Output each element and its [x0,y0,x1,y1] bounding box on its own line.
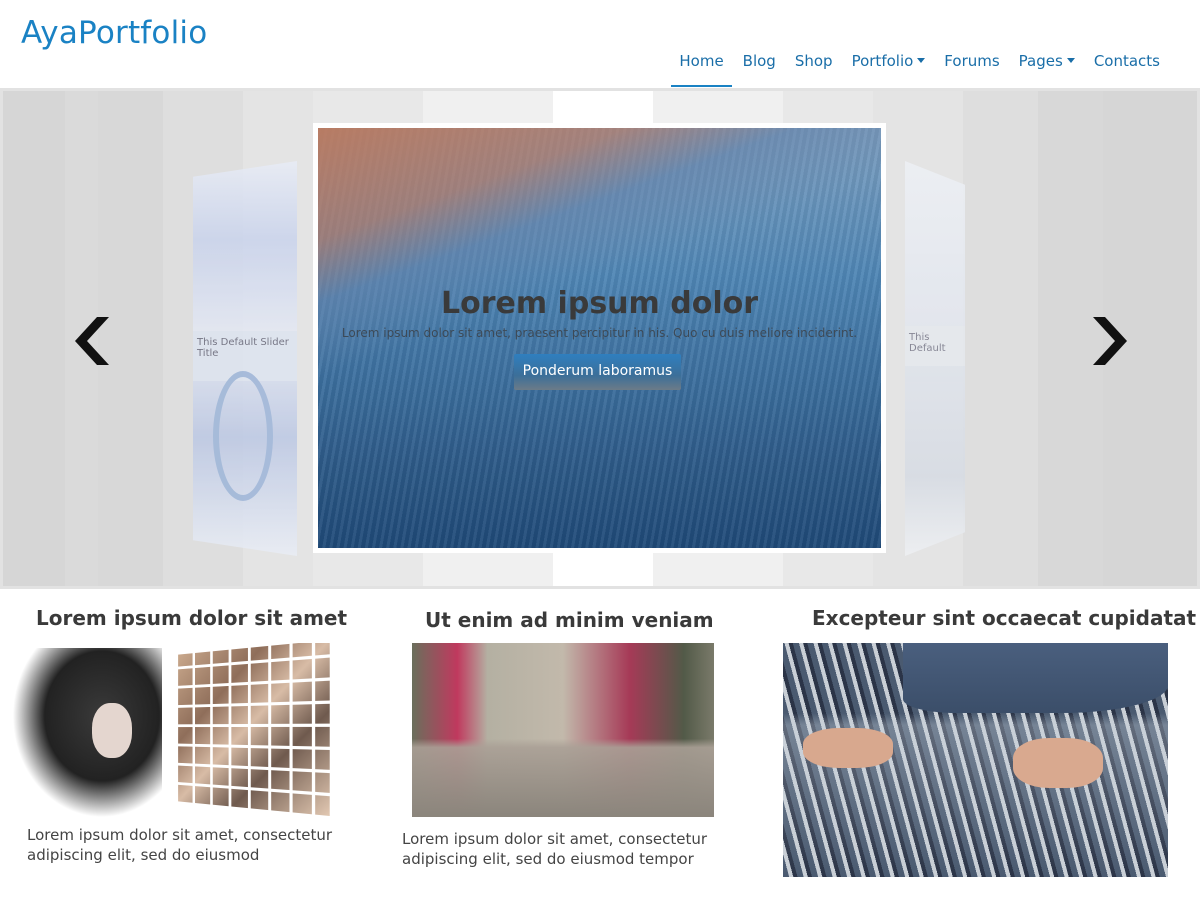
record-store-photo [412,643,714,817]
next-card-caption: This Default [905,326,965,366]
slide-title: Lorem ipsum dolor [440,286,759,321]
feature-text: Lorem ipsum dolor sit amet, consectetur … [27,826,333,864]
feature-title: Lorem ipsum dolor sit amet [36,606,348,630]
slide-cta-button[interactable]: Ponderum laboramus [514,354,681,390]
woman-silhouette [12,648,162,817]
site-header: AyaPortfolio Home Blog Shop Portfolio Fo… [0,0,1200,88]
feature-title: Ut enim ad minim veniam [425,608,714,632]
active-slide: Lorem ipsum dolor Lorem ipsum dolor sit … [313,123,886,553]
caret-down-icon [917,58,926,63]
nav-shop[interactable]: Shop [787,51,841,87]
woman-face [92,703,132,758]
feature-text: Lorem ipsum dolor sit amet, consectetur … [402,830,708,868]
feature-image-faces [12,643,337,817]
nav-blog[interactable]: Blog [735,51,784,87]
nav-portfolio-label: Portfolio [851,52,914,70]
chevron-right-icon[interactable] [1083,311,1133,371]
faces-grid [178,643,330,817]
hand-left-shape [803,728,893,768]
slide-image: Lorem ipsum dolor Lorem ipsum dolor sit … [318,128,881,548]
nav-contacts[interactable]: Contacts [1086,51,1168,87]
hero-slider: This Default Slider Title This Default L… [0,88,1200,589]
hand-right-shape [1013,738,1103,788]
nav-pages-label: Pages [1018,52,1063,70]
chevron-left-icon[interactable] [69,311,119,371]
prev-card-graphic [213,371,273,501]
site-logo[interactable]: AyaPortfolio [21,15,207,51]
caret-down-icon [1066,58,1075,63]
records-photo [783,643,1168,877]
nav-home[interactable]: Home [671,51,732,87]
nav-portfolio[interactable]: Portfolio [844,51,934,87]
sleeve-shape [903,643,1168,713]
slider-next-card[interactable]: This Default [905,161,965,556]
main-nav: Home Blog Shop Portfolio Forums Pages Co… [668,51,1168,87]
feature-image-record-store [412,643,714,817]
slide-description: Lorem ipsum dolor sit amet, praesent per… [341,326,858,340]
feature-title: Excepteur sint occaecat cupidatat [812,606,1197,630]
nav-forums[interactable]: Forums [936,51,1007,87]
slider-prev-card[interactable]: This Default Slider Title [193,161,297,556]
nav-pages[interactable]: Pages [1011,51,1083,87]
feature-image-records [783,643,1168,877]
